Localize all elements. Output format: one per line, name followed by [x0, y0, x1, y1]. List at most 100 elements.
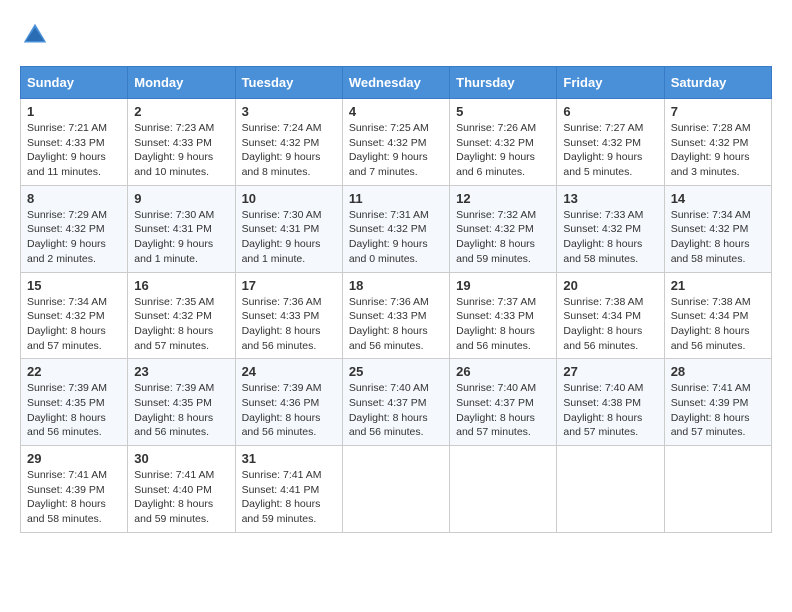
day-info: Sunrise: 7:30 AM Sunset: 4:31 PM Dayligh… [134, 208, 228, 267]
day-number: 26 [456, 364, 550, 379]
day-info: Sunrise: 7:21 AM Sunset: 4:33 PM Dayligh… [27, 121, 121, 180]
week-row-4: 22 Sunrise: 7:39 AM Sunset: 4:35 PM Dayli… [21, 359, 772, 446]
day-number: 6 [563, 104, 657, 119]
day-number: 17 [242, 278, 336, 293]
day-cell-26: 26Sunrise: 7:40 AM Sunset: 4:37 PM Dayli… [450, 359, 557, 446]
day-cell-14: 14 Sunrise: 7:34 AM Sunset: 4:32 PM Dayli… [664, 185, 771, 272]
col-header-monday: Monday [128, 67, 235, 99]
col-header-wednesday: Wednesday [342, 67, 449, 99]
day-cell-23: 23 Sunrise: 7:39 AM Sunset: 4:35 PM Dayli… [128, 359, 235, 446]
col-header-sunday: Sunday [21, 67, 128, 99]
day-info: Sunrise: 7:38 AM Sunset: 4:34 PM Dayligh… [563, 295, 657, 354]
day-info: Sunrise: 7:29 AM Sunset: 4:32 PM Dayligh… [27, 208, 121, 267]
day-info: Sunrise: 7:39 AM Sunset: 4:35 PM Dayligh… [134, 381, 228, 440]
empty-cell [557, 446, 664, 533]
day-number: 23 [134, 364, 228, 379]
logo [20, 20, 54, 50]
day-number: 4 [349, 104, 443, 119]
day-info: Sunrise: 7:38 AM Sunset: 4:34 PM Dayligh… [671, 295, 765, 354]
day-number: 27 [563, 364, 657, 379]
day-info: Sunrise: 7:35 AM Sunset: 4:32 PM Dayligh… [134, 295, 228, 354]
day-cell-4: 4 Sunrise: 7:25 AM Sunset: 4:32 PM Daylig… [342, 99, 449, 186]
day-info: Sunrise: 7:32 AM Sunset: 4:32 PM Dayligh… [456, 208, 550, 267]
day-number: 16 [134, 278, 228, 293]
day-number: 7 [671, 104, 765, 119]
day-number: 18 [349, 278, 443, 293]
day-number: 22 [27, 364, 121, 379]
day-info: Sunrise: 7:30 AM Sunset: 4:31 PM Dayligh… [242, 208, 336, 267]
day-cell-3: 3 Sunrise: 7:24 AM Sunset: 4:32 PM Daylig… [235, 99, 342, 186]
day-number: 13 [563, 191, 657, 206]
day-info: Sunrise: 7:34 AM Sunset: 4:32 PM Dayligh… [671, 208, 765, 267]
day-number: 15 [27, 278, 121, 293]
day-info: Sunrise: 7:31 AM Sunset: 4:32 PM Dayligh… [349, 208, 443, 267]
day-info: Sunrise: 7:41 AM Sunset: 4:39 PM Dayligh… [27, 468, 121, 527]
day-info: Sunrise: 7:23 AM Sunset: 4:33 PM Dayligh… [134, 121, 228, 180]
day-number: 8 [27, 191, 121, 206]
day-info: Sunrise: 7:41 AM Sunset: 4:39 PM Dayligh… [671, 381, 765, 440]
day-cell-6: 6 Sunrise: 7:27 AM Sunset: 4:32 PM Daylig… [557, 99, 664, 186]
day-cell-16: 16 Sunrise: 7:35 AM Sunset: 4:32 PM Dayli… [128, 272, 235, 359]
day-cell-30: 30 Sunrise: 7:41 AM Sunset: 4:40 PM Dayli… [128, 446, 235, 533]
day-cell-22: 22 Sunrise: 7:39 AM Sunset: 4:35 PM Dayli… [21, 359, 128, 446]
day-info: Sunrise: 7:36 AM Sunset: 4:33 PM Dayligh… [349, 295, 443, 354]
day-cell-7: 7 Sunrise: 7:28 AM Sunset: 4:32 PM Daylig… [664, 99, 771, 186]
day-number: 21 [671, 278, 765, 293]
day-cell-19: 19 Sunrise: 7:37 AM Sunset: 4:33 PM Dayli… [450, 272, 557, 359]
day-cell-21: 21 Sunrise: 7:38 AM Sunset: 4:34 PM Dayli… [664, 272, 771, 359]
day-number: 3 [242, 104, 336, 119]
day-info: Sunrise: 7:28 AM Sunset: 4:32 PM Dayligh… [671, 121, 765, 180]
day-cell-24: 24 Sunrise: 7:39 AM Sunset: 4:36 PM Dayli… [235, 359, 342, 446]
day-info: Sunrise: 7:40 AM Sunset: 4:38 PM Dayligh… [563, 381, 657, 440]
day-number: 25 [349, 364, 443, 379]
day-number: 31 [242, 451, 336, 466]
day-info: Sunrise: 7:25 AM Sunset: 4:32 PM Dayligh… [349, 121, 443, 180]
day-number: 24 [242, 364, 336, 379]
day-info: Sunrise: 7:24 AM Sunset: 4:32 PM Dayligh… [242, 121, 336, 180]
week-row-3: 15 Sunrise: 7:34 AM Sunset: 4:32 PM Dayli… [21, 272, 772, 359]
day-cell-9: 9 Sunrise: 7:30 AM Sunset: 4:31 PM Daylig… [128, 185, 235, 272]
day-cell-8: 8 Sunrise: 7:29 AM Sunset: 4:32 PM Daylig… [21, 185, 128, 272]
day-number: 2 [134, 104, 228, 119]
day-info: Sunrise: 7:37 AM Sunset: 4:33 PM Dayligh… [456, 295, 550, 354]
day-number: 19 [456, 278, 550, 293]
col-header-saturday: Saturday [664, 67, 771, 99]
day-cell-1: 1Sunrise: 7:21 AM Sunset: 4:33 PM Daylig… [21, 99, 128, 186]
day-number: 14 [671, 191, 765, 206]
day-number: 9 [134, 191, 228, 206]
week-row-5: 29 Sunrise: 7:41 AM Sunset: 4:39 PM Dayli… [21, 446, 772, 533]
col-header-tuesday: Tuesday [235, 67, 342, 99]
logo-icon [20, 20, 50, 50]
day-number: 30 [134, 451, 228, 466]
day-cell-2: 2 Sunrise: 7:23 AM Sunset: 4:33 PM Daylig… [128, 99, 235, 186]
day-info: Sunrise: 7:34 AM Sunset: 4:32 PM Dayligh… [27, 295, 121, 354]
day-cell-11: 11 Sunrise: 7:31 AM Sunset: 4:32 PM Dayli… [342, 185, 449, 272]
empty-cell [342, 446, 449, 533]
day-cell-20: 20 Sunrise: 7:38 AM Sunset: 4:34 PM Dayli… [557, 272, 664, 359]
week-row-1: 1Sunrise: 7:21 AM Sunset: 4:33 PM Daylig… [21, 99, 772, 186]
day-number: 11 [349, 191, 443, 206]
day-cell-13: 13 Sunrise: 7:33 AM Sunset: 4:32 PM Dayli… [557, 185, 664, 272]
day-cell-18: 18 Sunrise: 7:36 AM Sunset: 4:33 PM Dayli… [342, 272, 449, 359]
day-cell-25: 25 Sunrise: 7:40 AM Sunset: 4:37 PM Dayli… [342, 359, 449, 446]
day-cell-27: 27 Sunrise: 7:40 AM Sunset: 4:38 PM Dayli… [557, 359, 664, 446]
empty-cell [664, 446, 771, 533]
day-info: Sunrise: 7:36 AM Sunset: 4:33 PM Dayligh… [242, 295, 336, 354]
day-info: Sunrise: 7:33 AM Sunset: 4:32 PM Dayligh… [563, 208, 657, 267]
page-header [20, 20, 772, 50]
day-number: 29 [27, 451, 121, 466]
day-cell-17: 17 Sunrise: 7:36 AM Sunset: 4:33 PM Dayli… [235, 272, 342, 359]
calendar-table: SundayMondayTuesdayWednesdayThursdayFrid… [20, 66, 772, 533]
day-number: 10 [242, 191, 336, 206]
day-number: 5 [456, 104, 550, 119]
day-cell-29: 29 Sunrise: 7:41 AM Sunset: 4:39 PM Dayli… [21, 446, 128, 533]
col-header-thursday: Thursday [450, 67, 557, 99]
day-info: Sunrise: 7:39 AM Sunset: 4:36 PM Dayligh… [242, 381, 336, 440]
col-header-friday: Friday [557, 67, 664, 99]
day-info: Sunrise: 7:40 AM Sunset: 4:37 PM Dayligh… [349, 381, 443, 440]
day-info: Sunrise: 7:39 AM Sunset: 4:35 PM Dayligh… [27, 381, 121, 440]
day-number: 20 [563, 278, 657, 293]
day-info: Sunrise: 7:41 AM Sunset: 4:40 PM Dayligh… [134, 468, 228, 527]
day-cell-28: 28Sunrise: 7:41 AM Sunset: 4:39 PM Dayli… [664, 359, 771, 446]
day-info: Sunrise: 7:27 AM Sunset: 4:32 PM Dayligh… [563, 121, 657, 180]
